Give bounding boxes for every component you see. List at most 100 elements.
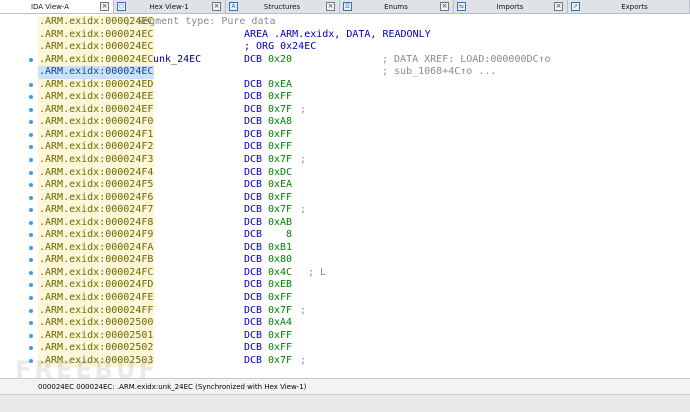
disassembly-view[interactable]: .ARM.exidx:000024EC ; Segment type: Pure … (0, 14, 690, 378)
tab-icon: ⇗ (571, 2, 580, 11)
operand: 0xEB (268, 279, 293, 291)
inline-comment: ; (300, 304, 307, 316)
address: .ARM.exidx:000024FE (38, 292, 155, 305)
mnemonic: DCB (244, 216, 263, 228)
tab-imports[interactable]: ⇆ Imports × (454, 0, 568, 13)
operand: 0xFF (268, 91, 293, 103)
breakpoint-dot-icon[interactable] (29, 270, 33, 275)
operand: 0xA8 (268, 116, 293, 128)
close-icon[interactable]: × (440, 2, 449, 11)
tab-ida-view-a[interactable]: IDA View-A × (0, 0, 114, 13)
address: .ARM.exidx:00002502 (38, 342, 155, 355)
breakpoint-dot-icon[interactable] (29, 333, 33, 338)
listing-line[interactable]: .ARM.exidx:00002500 DCB 0xA4 (29, 317, 690, 330)
listing-line[interactable]: .ARM.exidx:000024F3 DCB 0x7F; (29, 154, 690, 167)
listing-line[interactable]: .ARM.exidx:000024F8 DCB 0xAB (29, 216, 690, 230)
mnemonic: DCB (244, 229, 263, 241)
mnemonic: DCB (244, 154, 263, 166)
operand: 0x7F (268, 354, 293, 366)
listing-line[interactable]: .ARM.exidx:000024F1 DCB 0xFF (29, 128, 690, 142)
xref-comment: ; DATA XREF: LOAD:000000DC↑o (382, 53, 551, 65)
mnemonic: DCB (244, 204, 263, 216)
operand: 0xEA (268, 179, 293, 191)
breakpoint-dot-icon[interactable] (29, 195, 33, 200)
listing-line[interactable]: .ARM.exidx:000024F9 DCB 8 (29, 229, 690, 242)
address: .ARM.exidx:000024FB (38, 254, 155, 267)
listing-line[interactable]: .ARM.exidx:000024FA DCB 0xB1 (29, 241, 690, 255)
listing-line[interactable]: .ARM.exidx:000024F4 DCB 0xDC (29, 166, 690, 180)
operand: 0xAB (268, 216, 293, 228)
mnemonic: DCB (244, 329, 263, 341)
tab-enums[interactable]: ☰ Enums × (340, 0, 454, 13)
mnemonic: DCB (244, 179, 263, 191)
status-text: 000024EC 000024EC: .ARM.exidx:unk_24EC (… (38, 383, 307, 391)
listing-line[interactable]: .ARM.exidx:000024EC ; ORG 0x24EC (38, 41, 690, 54)
address: .ARM.exidx:000024F3 (38, 154, 155, 167)
address: .ARM.exidx:000024F4 (38, 166, 155, 180)
breakpoint-dot-icon[interactable] (29, 220, 33, 225)
breakpoint-dot-icon[interactable] (29, 158, 33, 163)
listing-line[interactable]: .ARM.exidx:000024FF DCB 0x7F; (29, 304, 690, 318)
breakpoint-dot-icon[interactable] (29, 57, 33, 62)
listing-line[interactable]: .ARM.exidx:000024F7 DCB 0x7F; (29, 204, 690, 217)
directive: AREA .ARM.exidx, DATA, READONLY (244, 28, 431, 40)
listing-line[interactable]: .ARM.exidx:00002502 DCB 0xFF (29, 342, 690, 355)
inline-comment: ; (300, 354, 307, 366)
operand: 0x80 (268, 254, 293, 266)
listing-line[interactable]: .ARM.exidx:000024EC ; sub_1068+4C↑o ... (38, 66, 690, 79)
listing-line[interactable]: .ARM.exidx:000024F0 DCB 0xA8 (29, 116, 690, 129)
close-icon[interactable]: × (326, 2, 335, 11)
listing-line[interactable]: .ARM.exidx:000024FC DCB 0x4C ; L (29, 266, 690, 280)
breakpoint-dot-icon[interactable] (29, 170, 33, 175)
tab-icon: ⇆ (457, 2, 466, 11)
close-icon[interactable]: × (554, 2, 563, 11)
tab-structures[interactable]: A Structures × (226, 0, 340, 13)
listing-line[interactable]: .ARM.exidx:000024F6 DCB 0xFF (29, 191, 690, 205)
tab-icon: ☰ (343, 2, 352, 11)
listing-line[interactable]: .ARM.exidx:000024EC AREA .ARM.exidx, DATA… (38, 28, 690, 42)
mnemonic: DCB (244, 141, 263, 153)
close-icon[interactable]: × (100, 2, 109, 11)
breakpoint-dot-icon[interactable] (29, 245, 33, 250)
breakpoint-dot-icon[interactable] (29, 308, 33, 313)
mnemonic: DCB (244, 354, 263, 366)
listing-line[interactable]: .ARM.exidx:000024FB DCB 0x80 (29, 254, 690, 267)
address: .ARM.exidx:000024FC (38, 266, 155, 280)
listing-line[interactable]: .ARM.exidx:000024ED DCB 0xEA (29, 78, 690, 92)
address: .ARM.exidx:00002500 (38, 317, 155, 330)
inline-comment: ; (300, 154, 307, 166)
segment-comment: ; Segment type: Pure data (125, 16, 276, 27)
listing-line[interactable]: .ARM.exidx:000024EC; Segment type: Pure … (38, 16, 690, 29)
tab-bar: IDA View-A × ⬡ Hex View-1 × A Structures × ☰ Enum… (0, 0, 690, 14)
horizontal-scrollbar[interactable] (0, 394, 690, 412)
listing-line[interactable]: .ARM.exidx:000024FD DCB 0xEB (29, 279, 690, 293)
listing-line[interactable]: .ARM.exidx:000024FE DCB 0xFF (29, 292, 690, 305)
address: .ARM.exidx:000024F5 (38, 179, 155, 192)
mnemonic: DCB (244, 254, 263, 266)
listing-line[interactable]: .ARM.exidx:000024EF DCB 0x7F; (29, 103, 690, 117)
listing-line[interactable]: .ARM.exidx:00002501 DCB 0xFF (29, 329, 690, 343)
operand: 0x7F (268, 304, 293, 316)
breakpoint-dot-icon[interactable] (29, 132, 33, 137)
close-icon[interactable]: × (212, 2, 221, 11)
operand: 0xFF (268, 292, 293, 304)
listing-line[interactable]: .ARM.exidx:000024F5 DCB 0xEA (29, 179, 690, 192)
mnemonic: DCB (244, 78, 263, 90)
address: .ARM.exidx:000024EC (38, 53, 155, 67)
inline-comment: ; (300, 204, 307, 216)
breakpoint-dot-icon[interactable] (29, 82, 33, 87)
tab-exports[interactable]: ⇗ Exports (568, 0, 690, 13)
inline-comment: ; (300, 103, 307, 115)
listing-line[interactable]: .ARM.exidx:000024EC unk_24EC DCB 0x20 ; DATA… (29, 53, 690, 67)
breakpoint-dot-icon[interactable] (29, 107, 33, 112)
listing-line[interactable]: .ARM.exidx:000024F2 DCB 0xFF (29, 141, 690, 155)
mnemonic: DCB (244, 317, 263, 329)
mnemonic: DCB (244, 116, 263, 128)
operand: 0xFF (268, 128, 293, 140)
breakpoint-dot-icon[interactable] (29, 296, 33, 301)
address: .ARM.exidx:000024F6 (38, 191, 155, 205)
listing-line[interactable]: .ARM.exidx:000024EE DCB 0xFF (29, 91, 690, 104)
mnemonic: DCB (244, 342, 263, 354)
tab-hex-view-1[interactable]: ⬡ Hex View-1 × (114, 0, 226, 13)
tab-label: Imports (496, 2, 524, 11)
